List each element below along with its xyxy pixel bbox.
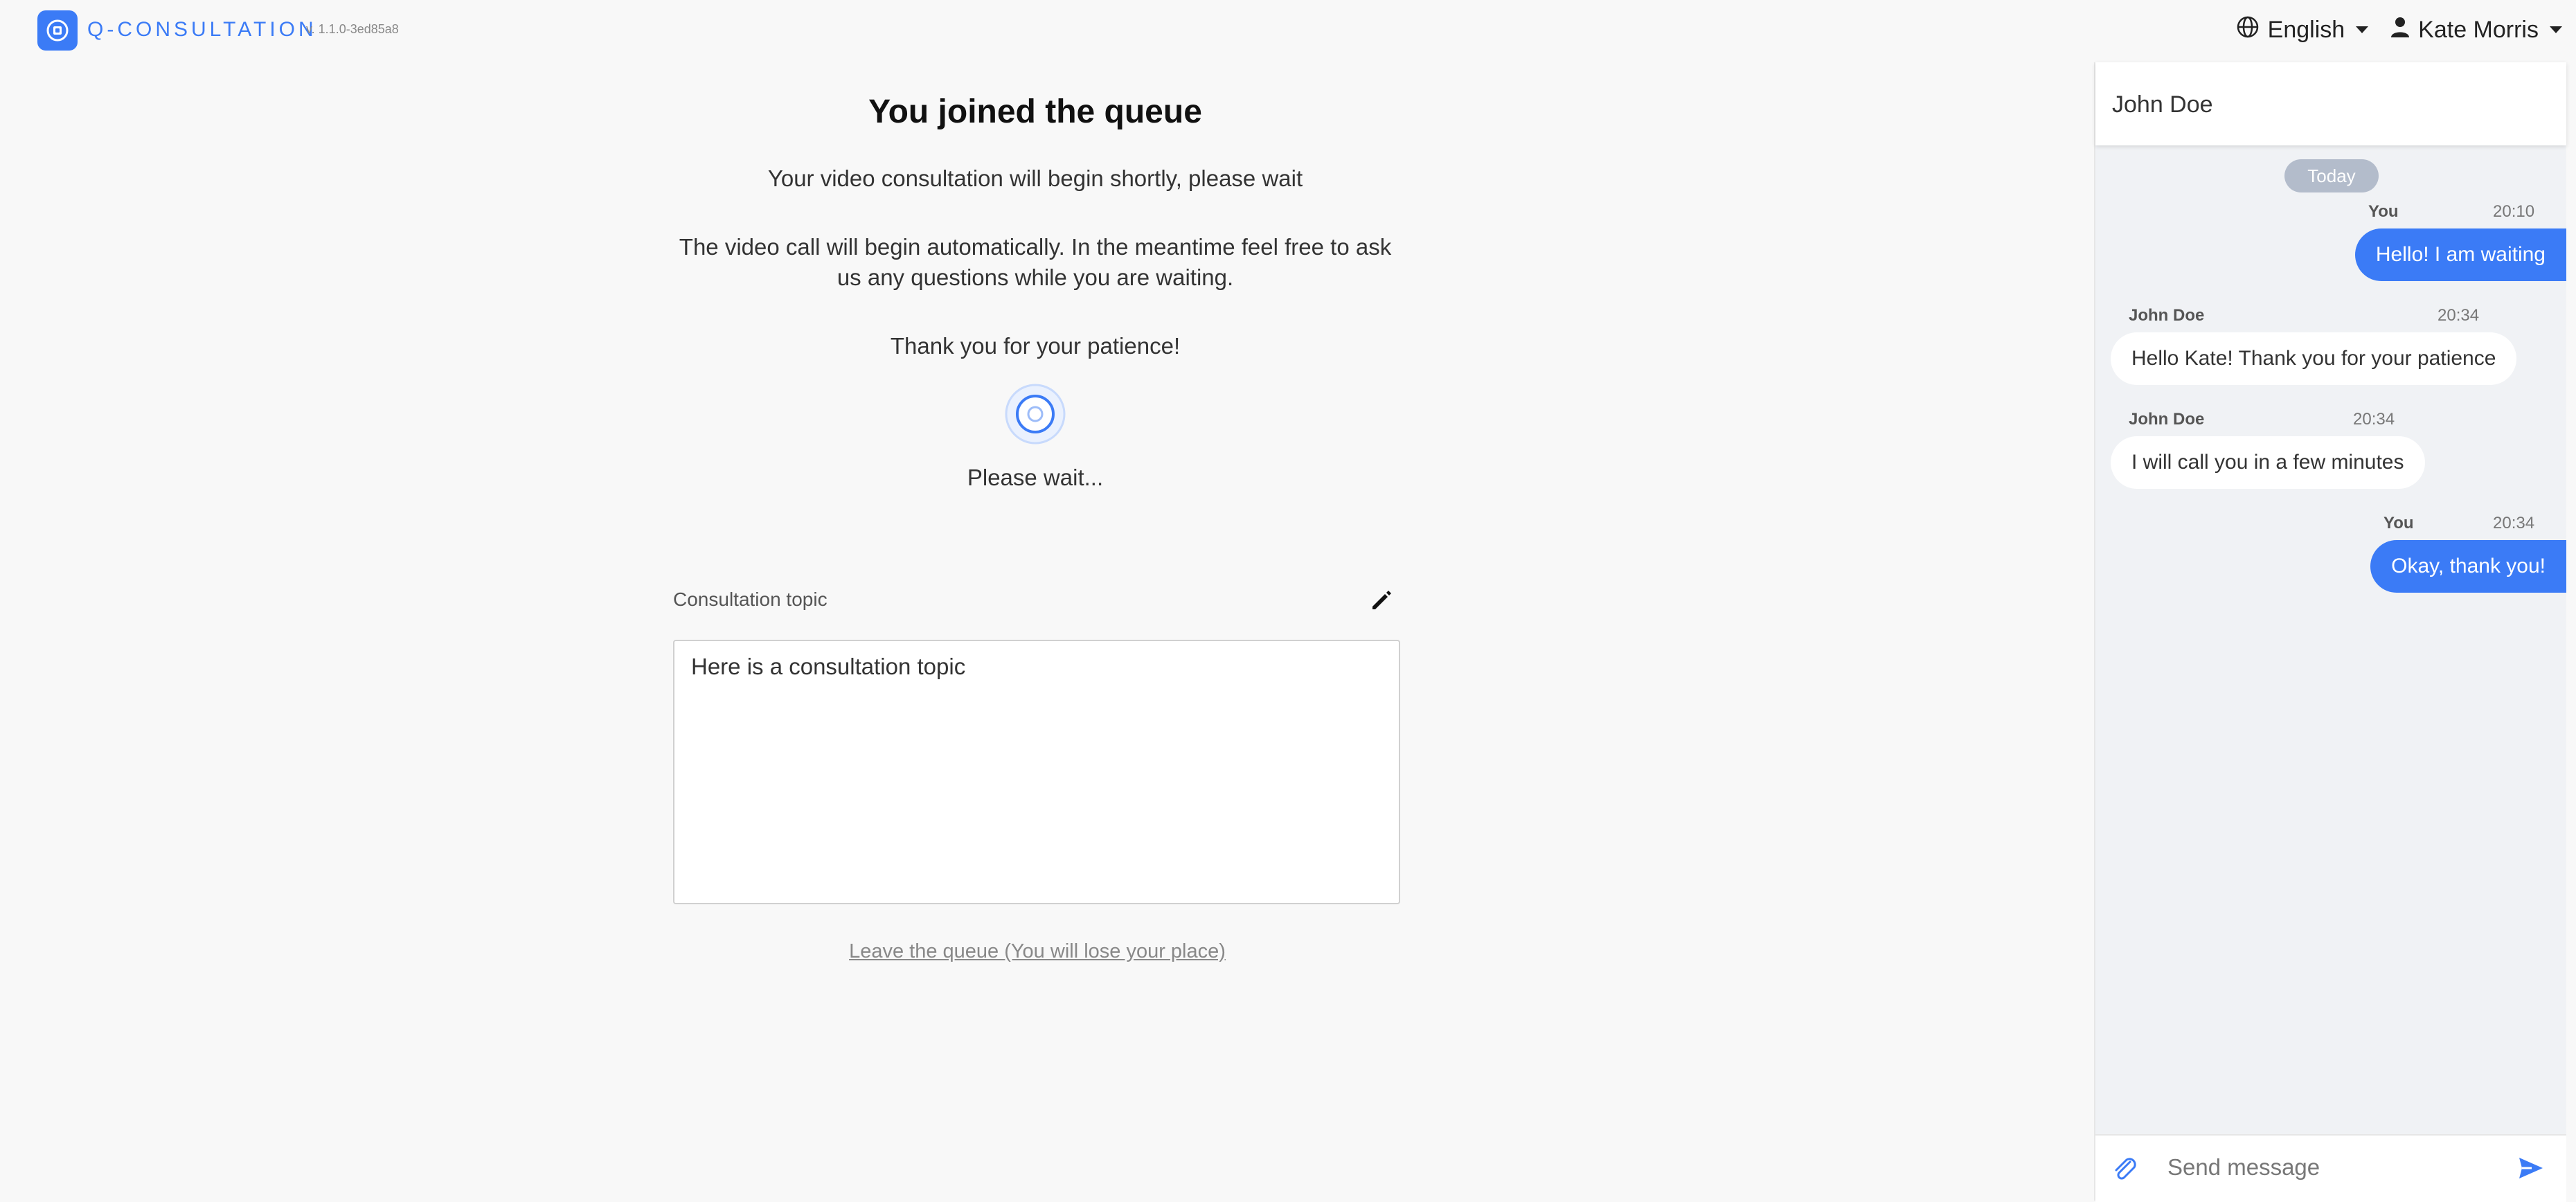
user-menu[interactable]: Kate Morris xyxy=(2390,17,2562,44)
chevron-down-icon xyxy=(2356,26,2369,33)
spinner-icon xyxy=(1004,383,1066,445)
topic-label: Consultation topic xyxy=(673,589,828,610)
message-bubble-incoming: Hello Kate! Thank you for your patience xyxy=(2111,332,2517,385)
app-header: Q-CONSULTATION v. 1.1.0-3ed85a8 English … xyxy=(0,0,2576,62)
logo-icon[interactable] xyxy=(37,10,78,51)
topic-textarea[interactable]: Here is a consultation topic xyxy=(673,640,1400,904)
brand-name: Q-CONSULTATION xyxy=(87,18,317,41)
pencil-icon xyxy=(1367,591,1395,616)
send-icon xyxy=(2515,1158,2547,1187)
please-wait-text: Please wait... xyxy=(967,465,1104,490)
description-line: us any questions while you are waiting. xyxy=(837,264,1234,290)
language-selector[interactable]: English xyxy=(2236,15,2369,45)
message-time: 20:34 xyxy=(2353,410,2395,429)
message-time: 20:34 xyxy=(2493,514,2535,532)
date-badge: Today xyxy=(2284,159,2379,192)
message-input[interactable] xyxy=(2156,1136,2500,1199)
chat-contact-name: John Doe xyxy=(2112,91,2213,118)
queue-panel: You joined the queue Your video consulta… xyxy=(665,83,1406,491)
queue-subtitle: Your video consultation will begin short… xyxy=(767,165,1303,191)
chat-header: John Doe xyxy=(2095,62,2566,145)
message-bubble-outgoing: Hello! I am waiting xyxy=(2354,228,2566,281)
message-bubble-outgoing: Okay, thank you! xyxy=(2370,540,2566,593)
queue-description: The video call will begin automatically.… xyxy=(665,232,1406,293)
chat-input-bar xyxy=(2095,1134,2566,1202)
message-time: 20:34 xyxy=(2438,306,2480,325)
message-bubble-incoming: I will call you in a few minutes xyxy=(2111,436,2425,489)
message-sender: You xyxy=(2383,514,2414,532)
message-sender: John Doe xyxy=(2129,306,2205,325)
attach-button[interactable] xyxy=(2109,1154,2140,1184)
description-line: The video call will begin automatically.… xyxy=(679,234,1392,260)
paperclip-icon xyxy=(2109,1158,2140,1187)
chat-panel: John Doe Today You 20:10 Hello! I am wai… xyxy=(2094,62,2566,1202)
user-name: Kate Morris xyxy=(2418,16,2539,43)
chevron-down-icon xyxy=(2550,26,2562,33)
globe-icon xyxy=(2236,15,2260,45)
message-time: 20:10 xyxy=(2493,202,2535,221)
edit-topic-button[interactable] xyxy=(1367,586,1395,613)
header-controls: English Kate Morris xyxy=(2236,14,2562,46)
language-label: English xyxy=(2267,16,2345,43)
message-sender: You xyxy=(2368,202,2399,221)
send-button[interactable] xyxy=(2515,1152,2547,1184)
app-version: v. 1.1.0-3ed85a8 xyxy=(306,22,399,36)
leave-queue-link[interactable]: Leave the queue (You will lose your plac… xyxy=(673,940,1402,963)
user-icon xyxy=(2390,17,2410,44)
message-sender: John Doe xyxy=(2129,410,2205,429)
page-title: You joined the queue xyxy=(868,93,1202,130)
topic-header: Consultation topic xyxy=(673,586,1402,616)
thanks-text: Thank you for your patience! xyxy=(890,333,1181,359)
